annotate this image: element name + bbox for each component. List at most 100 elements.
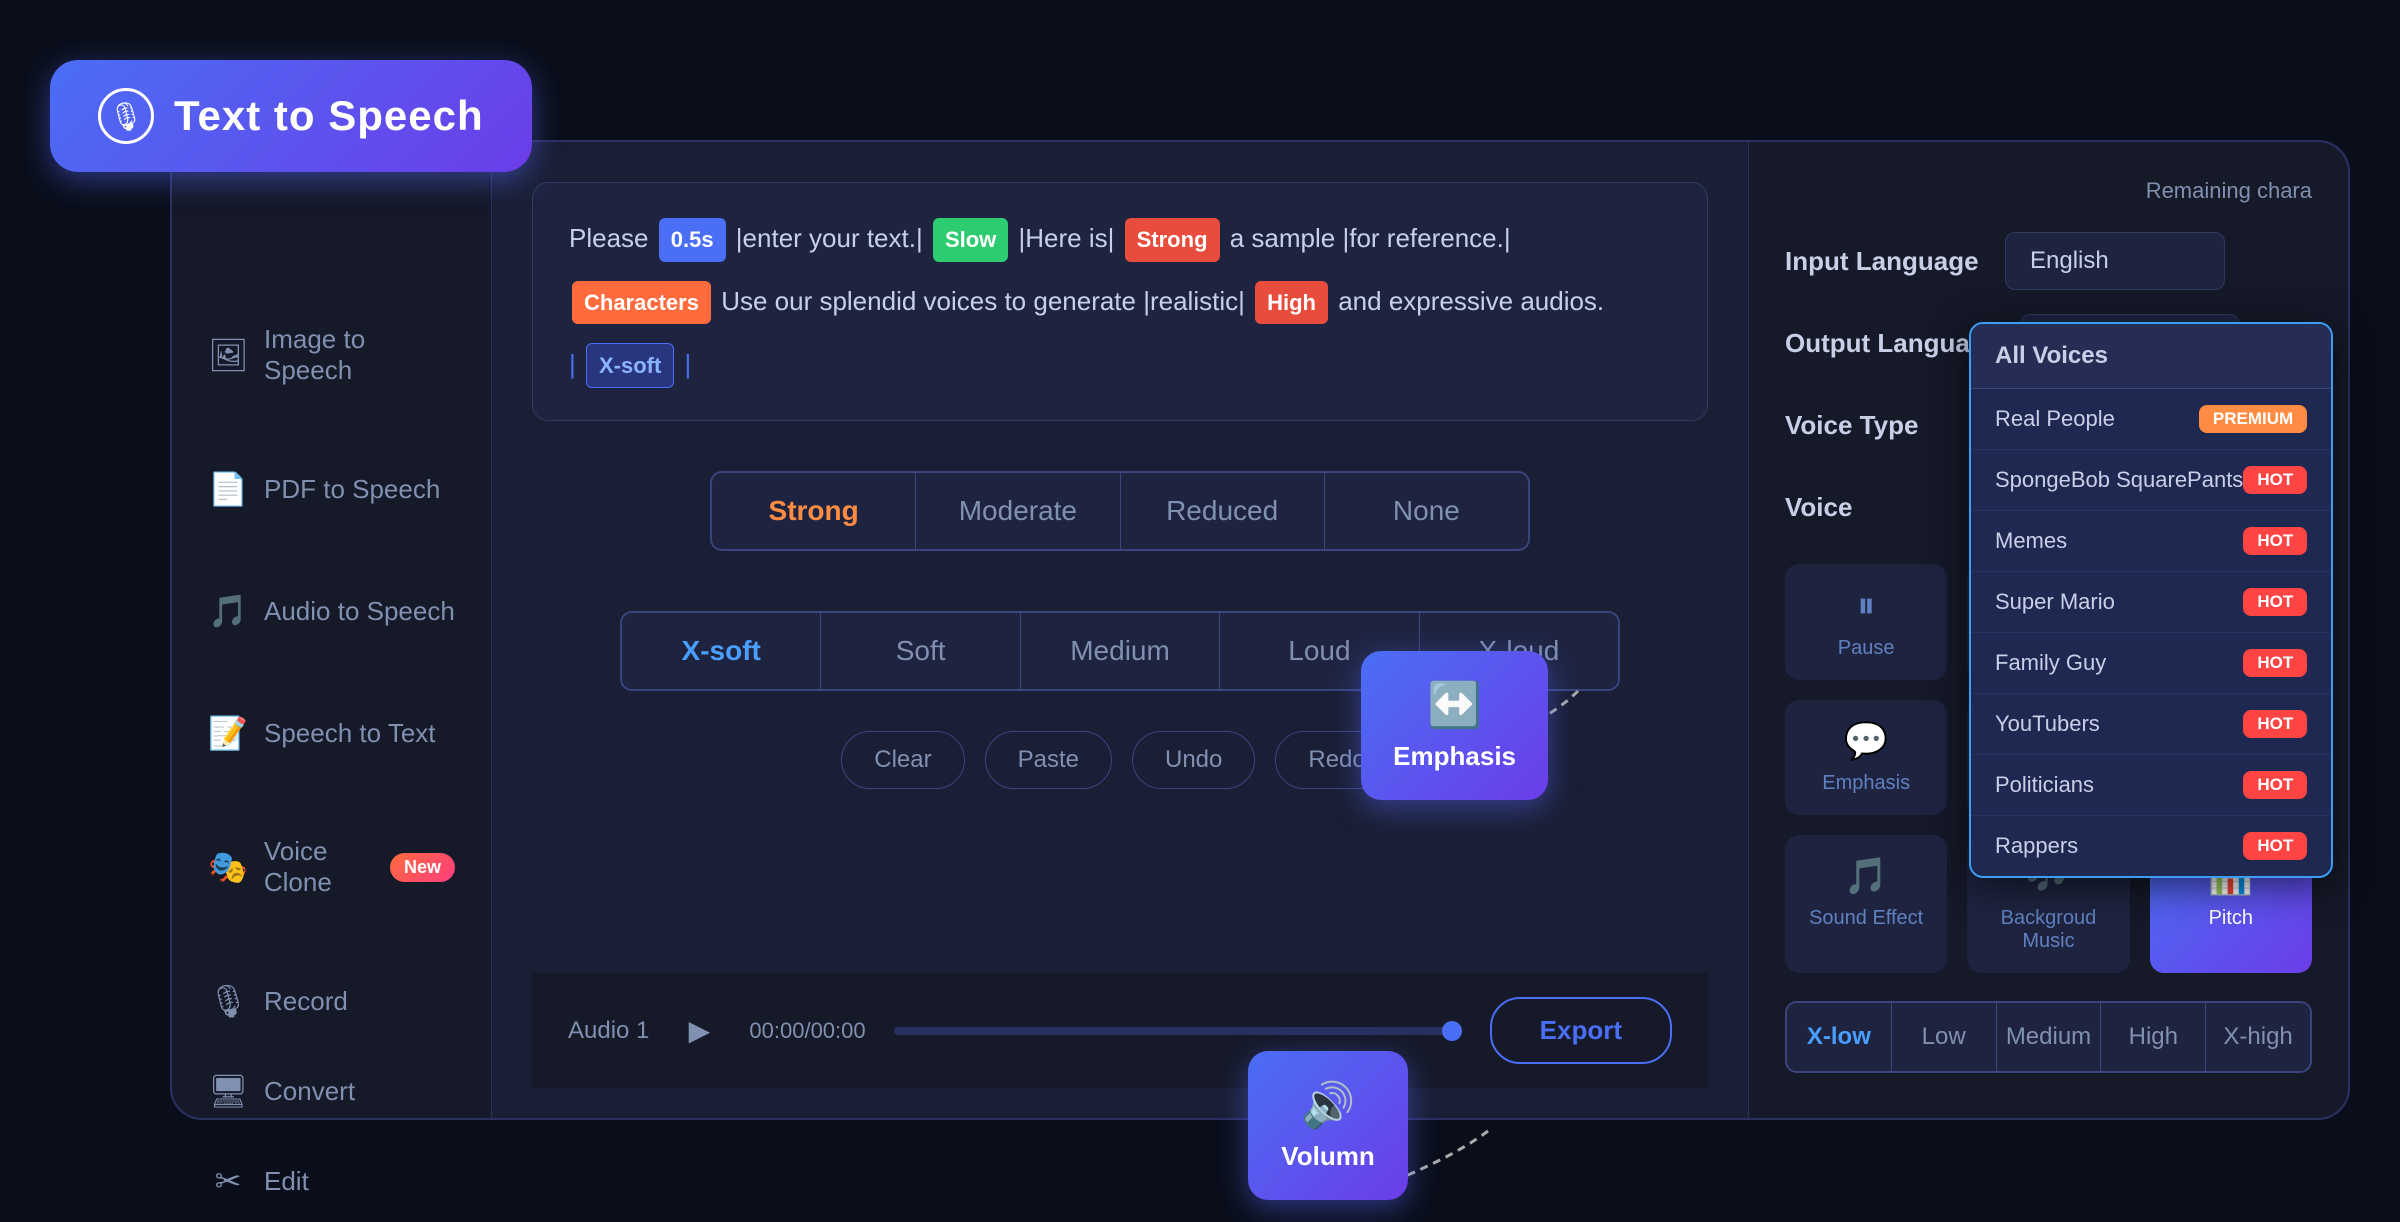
- audio-track-name: Audio 1: [568, 1017, 649, 1045]
- emphasis-none[interactable]: None: [1325, 473, 1528, 549]
- background-music-label: Backgroud Music: [1983, 907, 2113, 953]
- editor-line-2: Characters Use our splendid voices to ge…: [569, 278, 1671, 325]
- emphasis-reduced[interactable]: Reduced: [1121, 473, 1325, 549]
- pitch-xlow[interactable]: X-low: [1787, 1003, 1892, 1071]
- dropdown-family-guy[interactable]: Family Guy HOT: [1971, 633, 2331, 694]
- dropdown-rappers[interactable]: Rappers HOT: [1971, 816, 2331, 876]
- output-language-label: Output Language: [1785, 328, 2000, 359]
- text-editor[interactable]: Please 0.5s |enter your text.| Slow |Her…: [532, 182, 1708, 421]
- tag-slow: Slow: [933, 218, 1008, 262]
- sidebar-label-speech-to-text: Speech to Text: [264, 718, 436, 749]
- pause-label: Pause: [1838, 637, 1895, 660]
- tool-pause[interactable]: ⏸ Pause: [1785, 564, 1947, 680]
- dropdown-item-label-3: Super Mario: [1995, 589, 2115, 615]
- sidebar-item-speech-to-text[interactable]: 📝 Speech to Text: [172, 692, 491, 774]
- clear-button[interactable]: Clear: [841, 731, 964, 789]
- logo-text: Text to Speech: [174, 92, 484, 140]
- voice-dropdown: All Voices Real People PREMIUM SpongeBob…: [1969, 322, 2333, 878]
- record-icon: 🎙: [208, 982, 248, 1020]
- image-icon: 🖼: [208, 336, 248, 374]
- undo-button[interactable]: Undo: [1132, 731, 1255, 789]
- pitch-active-label: Pitch: [2209, 907, 2253, 930]
- sidebar-label-convert: Convert: [264, 1076, 355, 1107]
- volume-xsoft[interactable]: X-soft: [622, 613, 821, 689]
- pitch-xhigh[interactable]: X-high: [2206, 1003, 2310, 1071]
- emphasis-popup[interactable]: ↔️ Emphasis: [1361, 651, 1548, 800]
- dropdown-politicians[interactable]: Politicians HOT: [1971, 755, 2331, 816]
- dropdown-spongebob[interactable]: SpongeBob SquarePants HOT: [1971, 450, 2331, 511]
- tool-emphasis[interactable]: 💬 Emphasis: [1785, 700, 1947, 815]
- pitch-medium[interactable]: Medium: [1997, 1003, 2102, 1071]
- new-badge: New: [390, 853, 455, 882]
- sound-effect-icon: 🎵: [1844, 855, 1889, 897]
- input-language-value[interactable]: English: [2005, 232, 2225, 290]
- sidebar-item-image-to-speech[interactable]: 🖼 Image to Speech: [172, 302, 491, 408]
- tag-xsoft: X-soft: [586, 343, 674, 389]
- logo-icon: 🎙: [98, 88, 154, 144]
- tag-characters: Characters: [572, 281, 711, 325]
- sidebar-item-record[interactable]: 🎙 Record: [172, 960, 491, 1042]
- text-here-is: |Here is|: [1019, 223, 1122, 253]
- dropdown-super-mario[interactable]: Super Mario HOT: [1971, 572, 2331, 633]
- emphasis-moderate[interactable]: Moderate: [916, 473, 1120, 549]
- dropdown-header: All Voices: [1971, 324, 2331, 389]
- sidebar-item-audio-to-speech[interactable]: 🎵 Audio to Speech: [172, 570, 491, 652]
- tag-time: 0.5s: [659, 218, 726, 262]
- emphasis-section: ↔️ Emphasis Strong: [532, 451, 1708, 571]
- pitch-low[interactable]: Low: [1892, 1003, 1997, 1071]
- sidebar-label-voice-clone: Voice Clone: [264, 836, 374, 898]
- volume-popup[interactable]: 🔊 Volumn: [1248, 1051, 1408, 1200]
- dropdown-real-people[interactable]: Real People PREMIUM: [1971, 389, 2331, 450]
- editor-line-1: Please 0.5s |enter your text.| Slow |Her…: [569, 215, 1671, 262]
- export-button[interactable]: Export: [1490, 997, 1672, 1064]
- emphasis-label: Emphasis: [1822, 772, 1910, 795]
- input-language-label: Input Language: [1785, 246, 1985, 277]
- edit-icon: ✂: [208, 1162, 248, 1200]
- play-button[interactable]: ▶: [677, 1009, 721, 1053]
- remaining-chars: Remaining chara: [1785, 178, 2312, 204]
- content-section: ↔️ Emphasis Strong: [532, 451, 1708, 973]
- paste-button[interactable]: Paste: [985, 731, 1112, 789]
- badge-hot-5: HOT: [2243, 710, 2307, 738]
- editor-line-3: | X-soft |: [569, 341, 1671, 389]
- sidebar: 🖼 Image to Speech 📄 PDF to Speech 🎵 Audi…: [172, 142, 492, 1118]
- badge-hot-3: HOT: [2243, 588, 2307, 616]
- app-window: 🖼 Image to Speech 📄 PDF to Speech 🎵 Audi…: [170, 140, 2350, 1120]
- sidebar-item-voice-clone[interactable]: 🎭 Voice Clone New: [172, 814, 491, 920]
- volume-medium[interactable]: Medium: [1021, 613, 1220, 689]
- pitch-high[interactable]: High: [2101, 1003, 2206, 1071]
- right-panel: Remaining chara Input Language English O…: [1748, 142, 2348, 1118]
- progress-bar[interactable]: [894, 1027, 1462, 1035]
- dropdown-youtubers[interactable]: YouTubers HOT: [1971, 694, 2331, 755]
- cursor-end: |: [685, 349, 692, 379]
- sidebar-item-pdf-to-speech[interactable]: 📄 PDF to Speech: [172, 448, 491, 530]
- text-voices: Use our splendid voices to generate |rea…: [721, 286, 1252, 316]
- badge-hot-2: HOT: [2243, 527, 2307, 555]
- tag-strong: Strong: [1125, 218, 1220, 262]
- sidebar-item-edit[interactable]: ✂ Edit: [172, 1140, 491, 1222]
- volume-soft[interactable]: Soft: [821, 613, 1020, 689]
- dropdown-memes[interactable]: Memes HOT: [1971, 511, 2331, 572]
- emphasis-strong[interactable]: Strong: [712, 473, 916, 549]
- progress-dot: [1442, 1021, 1462, 1041]
- badge-hot-1: HOT: [2243, 466, 2307, 494]
- sound-effect-label: Sound Effect: [1809, 907, 1923, 930]
- audio-player: Audio 1 ▶ 00:00/00:00 Export: [532, 973, 1708, 1088]
- text-enter: |enter your text.|: [736, 223, 930, 253]
- emphasis-popup-label: Emphasis: [1393, 741, 1516, 772]
- time-display: 00:00/00:00: [749, 1018, 865, 1044]
- dropdown-item-label-7: Rappers: [1995, 833, 2078, 859]
- tag-high: High: [1255, 281, 1328, 325]
- dropdown-item-label-6: Politicians: [1995, 772, 2094, 798]
- audio-icon: 🎵: [208, 592, 248, 630]
- sidebar-label-edit: Edit: [264, 1166, 309, 1197]
- pdf-icon: 📄: [208, 470, 248, 508]
- badge-premium-0: PREMIUM: [2199, 405, 2307, 433]
- sidebar-label-pdf: PDF to Speech: [264, 474, 440, 505]
- tool-sound-effect[interactable]: 🎵 Sound Effect: [1785, 835, 1947, 973]
- emphasis-popup-icon: ↔️: [1427, 679, 1482, 731]
- dropdown-item-label-0: Real People: [1995, 406, 2115, 432]
- text-sample: a sample |for reference.|: [1230, 223, 1511, 253]
- sidebar-item-convert[interactable]: 🖥 Convert: [172, 1050, 491, 1132]
- emphasis-selector: Strong Moderate Reduced None: [710, 471, 1530, 551]
